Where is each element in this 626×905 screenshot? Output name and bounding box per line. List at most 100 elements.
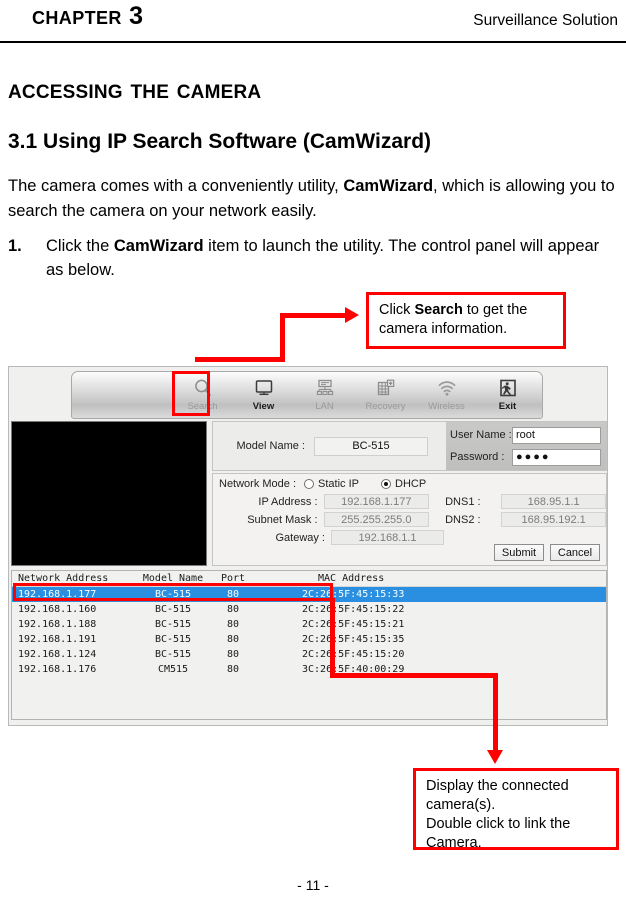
- subsection-title: 3.1 Using IP Search Software (CamWizard): [8, 130, 432, 153]
- form-buttons: Submit Cancel: [494, 544, 600, 561]
- page-header: Chapter 3 Surveillance Solution: [0, 0, 626, 44]
- subnet-mask-label: Subnet Mask :: [247, 513, 318, 526]
- annotation-arrow-search-segment-2: [280, 313, 285, 362]
- toolbar-button-exit[interactable]: Exit: [477, 372, 538, 418]
- password-label: Password :: [450, 451, 505, 463]
- model-name-label: Model Name :: [236, 440, 305, 452]
- dns1-input[interactable]: 168.95.1.1: [501, 494, 606, 509]
- cell-model-name: BC-515: [154, 634, 192, 645]
- step-number: 1.: [8, 237, 22, 255]
- step-text: Click the CamWizard item to launch the u…: [46, 234, 608, 282]
- gateway-label: Gateway :: [275, 531, 325, 544]
- annotation-arrow-list-segment-1: [330, 598, 335, 677]
- toolbar-button-view[interactable]: View: [233, 372, 294, 418]
- toolbar-button-lan[interactable]: LAN: [294, 372, 355, 418]
- username-input[interactable]: root: [512, 426, 601, 444]
- gateway-input[interactable]: 192.168.1.1: [331, 530, 444, 545]
- radio-static-ip-icon: [304, 479, 315, 489]
- cell-network-address: 192.168.1.160: [18, 604, 97, 615]
- radio-dhcp[interactable]: DHCP: [381, 478, 434, 490]
- ip-address-label: IP Address :: [258, 495, 318, 508]
- callout-search-text-1: Click: [379, 302, 415, 318]
- toolbar-label-exit: Exit: [498, 401, 517, 412]
- password-row: Password : ●●●●: [450, 448, 606, 466]
- toolbar-label-recovery: Recovery: [365, 401, 406, 412]
- dns2-input[interactable]: 168.95.192.1: [501, 512, 606, 527]
- dns1-label: DNS1 :: [445, 495, 481, 508]
- callout-display-line-2: Double click to link the Camera.: [426, 816, 571, 851]
- callout-search-bold: Search: [414, 302, 463, 318]
- device-list-row[interactable]: 192.168.1.176 CM515 80 3C:26:5F:40:00:29: [12, 662, 606, 677]
- camwizard-window: Search View LAN Recovery Wireless Exit M…: [8, 366, 608, 726]
- username-label: User Name :: [450, 429, 512, 441]
- model-name-field: Model Name : BC-515: [213, 422, 445, 470]
- monitor-icon: [254, 376, 274, 400]
- device-list-row[interactable]: 192.168.1.191 BC-515 80 2C:26:5F:45:15:35: [12, 632, 606, 647]
- exit-icon: [498, 376, 518, 400]
- radio-static-ip[interactable]: Static IP: [304, 478, 367, 490]
- annotation-highlight-selected-row: [13, 583, 333, 601]
- device-list-row[interactable]: 192.168.1.160 BC-515 80 2C:26:5F:45:15:22: [12, 602, 606, 617]
- page-title: Accessing The Camera: [8, 74, 262, 104]
- callout-device-list: Display the connected camera(s). Double …: [413, 768, 619, 851]
- submit-button[interactable]: Submit: [494, 544, 544, 561]
- gateway-row: Gateway : 192.168.1.1: [213, 530, 606, 545]
- cancel-button[interactable]: Cancel: [550, 544, 600, 561]
- annotation-arrow-search-segment-1: [195, 357, 285, 362]
- cell-model-name: CM515: [157, 664, 189, 675]
- device-list-row[interactable]: 192.168.1.188 BC-515 80 2C:26:5F:45:15:21: [12, 617, 606, 632]
- page-number: - 11 -: [297, 877, 329, 893]
- credentials-block: User Name : root Password : ●●●●: [446, 422, 606, 470]
- app-toolbar: Search View LAN Recovery Wireless Exit: [71, 371, 543, 419]
- cell-mac-address: 2C:26:5F:45:15:35: [302, 634, 405, 645]
- toolbar-label-view: View: [252, 401, 275, 412]
- cell-port: 80: [226, 619, 240, 630]
- callout-search: Click Search to get the camera informati…: [366, 292, 566, 349]
- model-name-value: BC-515: [314, 436, 428, 456]
- annotation-arrow-search-segment-3: [280, 313, 348, 318]
- cell-model-name: BC-515: [154, 604, 192, 615]
- step-item: 1. Click the CamWizard item to launch th…: [8, 234, 608, 282]
- cell-network-address: 192.168.1.191: [18, 634, 97, 645]
- network-mode-row: Network Mode : Static IP DHCP: [219, 478, 606, 490]
- toolbar-button-recovery[interactable]: Recovery: [355, 372, 416, 418]
- toolbar-label-lan: LAN: [315, 401, 334, 412]
- intro-bold-camwizard: CamWizard: [343, 177, 434, 195]
- network-mode-label: Network Mode :: [219, 478, 297, 490]
- recovery-icon: [376, 376, 396, 400]
- ip-address-input[interactable]: 192.168.1.177: [323, 494, 430, 509]
- device-info-panel: Model Name : BC-515 User Name : root Pas…: [212, 421, 607, 471]
- video-preview-pane[interactable]: [11, 421, 207, 566]
- cell-network-address: 192.168.1.124: [18, 649, 97, 660]
- callout-display-line-1: Display the connected camera(s).: [426, 778, 569, 813]
- cell-model-name: BC-515: [154, 649, 192, 660]
- cell-port: 80: [226, 649, 240, 660]
- toolbar-label-wireless: Wireless: [428, 401, 465, 412]
- ip-address-row: IP Address : 192.168.1.177 DNS1 : 168.95…: [213, 494, 606, 509]
- cell-port: 80: [226, 664, 240, 675]
- subnet-mask-input[interactable]: 255.255.255.0: [323, 512, 430, 527]
- cell-network-address: 192.168.1.188: [18, 619, 97, 630]
- lan-icon: [315, 376, 335, 400]
- step-bold-camwizard: CamWizard: [113, 237, 204, 255]
- cell-network-address: 192.168.1.176: [18, 664, 97, 675]
- step-text-1: Click the: [46, 237, 114, 255]
- device-list-row[interactable]: 192.168.1.124 BC-515 80 2C:26:5F:45:15:20: [12, 647, 606, 662]
- cell-port: 80: [226, 634, 240, 645]
- radio-static-ip-label: Static IP: [318, 478, 359, 490]
- annotation-arrow-list-segment-2: [330, 673, 498, 678]
- cell-model-name: BC-515: [154, 619, 192, 630]
- chapter-title: Chapter 3: [32, 2, 144, 30]
- radio-dhcp-label: DHCP: [395, 478, 427, 490]
- radio-dhcp-icon: [381, 479, 391, 489]
- wifi-icon: [437, 376, 457, 400]
- password-input[interactable]: ●●●●: [512, 448, 601, 466]
- intro-text-1: The camera comes with a conveniently uti…: [8, 177, 344, 195]
- annotation-arrow-list-head: [487, 750, 503, 764]
- annotation-arrow-search-head: [345, 307, 359, 323]
- toolbar-button-wireless[interactable]: Wireless: [416, 372, 477, 418]
- annotation-arrow-list-segment-3: [493, 673, 498, 753]
- intro-paragraph: The camera comes with a conveniently uti…: [8, 174, 618, 224]
- cell-mac-address: 2C:26:5F:45:15:22: [302, 604, 405, 615]
- username-row: User Name : root: [450, 426, 606, 444]
